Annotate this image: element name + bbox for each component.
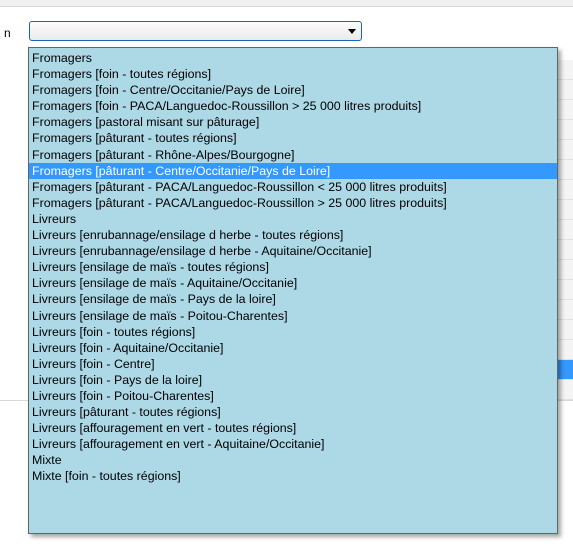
list-item[interactable]: Livreurs	[29, 211, 557, 227]
list-item[interactable]: Livreurs [foin - Centre]	[29, 356, 557, 372]
grid-row	[556, 200, 573, 220]
list-item[interactable]: Fromagers [foin - PACA/Languedoc-Roussil…	[29, 98, 557, 114]
list-item[interactable]: Mixte	[29, 452, 557, 468]
list-item[interactable]: Livreurs [ensilage de maïs - toutes régi…	[29, 259, 557, 275]
list-item[interactable]: Fromagers [pâturant - toutes régions]	[29, 130, 557, 146]
list-item[interactable]: Fromagers [pâturant - PACA/Languedoc-Rou…	[29, 195, 557, 211]
grid-row-selected	[556, 360, 573, 380]
list-item[interactable]: Livreurs [foin - Poitou-Charentes]	[29, 388, 557, 404]
list-item[interactable]: Fromagers [pâturant - Rhône-Alpes/Bourgo…	[29, 147, 557, 163]
list-item[interactable]: Livreurs [foin - Pays de la loire]	[29, 372, 557, 388]
grid-row	[556, 340, 573, 360]
grid-row	[556, 100, 573, 120]
grid-row	[556, 380, 573, 400]
list-item[interactable]: Livreurs [foin - toutes régions]	[29, 324, 557, 340]
list-item[interactable]: Fromagers [foin - Centre/Occitanie/Pays …	[29, 82, 557, 98]
type-combobox[interactable]	[29, 21, 362, 41]
grid-row	[556, 260, 573, 280]
grid-row	[556, 160, 573, 180]
list-item[interactable]: Fromagers [pâturant - PACA/Languedoc-Rou…	[29, 179, 557, 195]
grid-row	[556, 280, 573, 300]
chevron-down-icon[interactable]	[348, 29, 356, 34]
list-item[interactable]: Fromagers [foin - toutes régions]	[29, 66, 557, 82]
list-item-selected[interactable]: Fromagers [pâturant - Centre/Occitanie/P…	[29, 162, 557, 179]
list-item[interactable]: Livreurs [enrubannage/ensilage d herbe -…	[29, 243, 557, 259]
list-item[interactable]: Livreurs [affouragement en vert - Aquita…	[29, 436, 557, 452]
list-item[interactable]: Livreurs [affouragement en vert - toutes…	[29, 420, 557, 436]
grid-row	[556, 180, 573, 200]
grid-row	[556, 60, 573, 80]
grid-row	[556, 80, 573, 100]
list-item[interactable]: Livreurs [pâturant - toutes régions]	[29, 404, 557, 420]
grid-row	[556, 240, 573, 260]
field-label: n	[4, 26, 11, 40]
list-item[interactable]: Livreurs [ensilage de maïs - Poitou-Char…	[29, 308, 557, 324]
grid-row	[556, 300, 573, 320]
list-item[interactable]: Fromagers	[29, 50, 557, 66]
grid-row	[556, 220, 573, 240]
grid-row	[556, 140, 573, 160]
list-item[interactable]: Mixte [foin - toutes régions]	[29, 468, 557, 484]
list-item[interactable]: Livreurs [foin - Aquitaine/Occitanie]	[29, 340, 557, 356]
list-item[interactable]: Fromagers [pastoral misant sur pâturage]	[29, 114, 557, 130]
list-item[interactable]: Livreurs [enrubannage/ensilage d herbe -…	[29, 227, 557, 243]
list-item[interactable]: Livreurs [ensilage de maïs - Pays de la …	[29, 291, 557, 307]
grid-row	[556, 120, 573, 140]
window-top-edge	[0, 0, 573, 7]
list-item[interactable]: Livreurs [ensilage de maïs - Aquitaine/O…	[29, 275, 557, 291]
combobox-dropdown-list[interactable]: Fromagers Fromagers [foin - toutes région…	[28, 47, 558, 534]
grid-row	[556, 320, 573, 340]
